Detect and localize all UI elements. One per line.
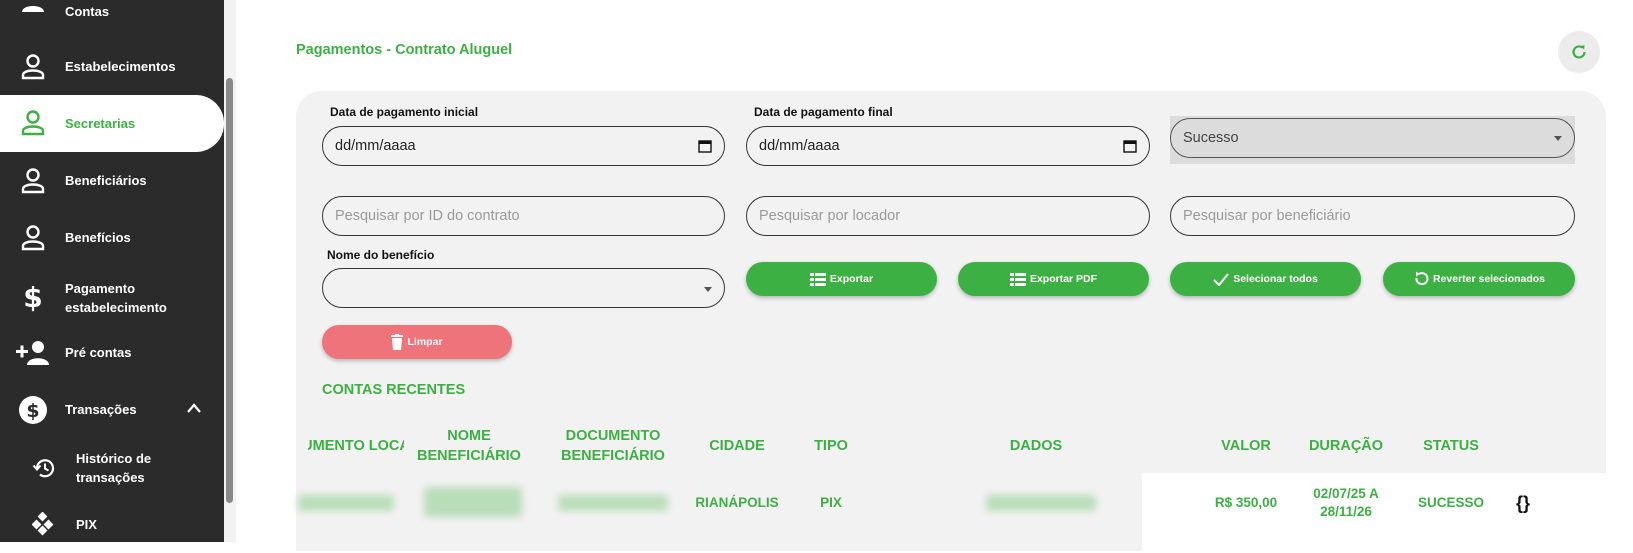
- sidebar-item-label: Estabelecimentos: [65, 59, 176, 74]
- history-icon: [30, 454, 58, 482]
- json-details-button[interactable]: {}: [1506, 473, 1540, 533]
- column-header-nome-beneficiario: NOME BENEFICIÁRIO: [417, 428, 521, 464]
- check-icon: [1213, 272, 1229, 286]
- end-date-label: Data de pagamento final: [754, 105, 897, 119]
- column-header-documento-beneficiario: DOCUMENTO BENEFICIÁRIO: [561, 428, 665, 464]
- end-date-input[interactable]: dd/mm/aaaa: [746, 126, 1150, 166]
- sidebar: Contas Estabelecimentos Secretarias Bene…: [0, 0, 224, 542]
- list-icon: [809, 272, 826, 286]
- status-select[interactable]: Sucesso: [1170, 116, 1575, 164]
- chevron-up-icon[interactable]: [186, 402, 202, 417]
- landlord-placeholder: Pesquisar por locador: [759, 208, 901, 224]
- redacted-documento-beneficiario: [558, 495, 668, 511]
- sidebar-item-transacoes[interactable]: $ Transações: [0, 391, 224, 429]
- svg-text:$: $: [26, 400, 39, 422]
- column-header-tipo: TIPO: [814, 438, 848, 454]
- sidebar-item-label: PIX: [76, 517, 97, 532]
- svg-text:$: $: [23, 283, 42, 313]
- clear-label: Limpar: [407, 336, 443, 348]
- table-header: DOCUMENTO LOCADOR NOME BENEFICIÁRIO DOCU…: [296, 419, 1606, 473]
- page-title: Pagamentos - Contrato Aluguel: [296, 42, 513, 58]
- person-outline-icon: [19, 167, 47, 195]
- beneficiary-search-input[interactable]: Pesquisar por beneficiário: [1170, 196, 1575, 236]
- status-select-field: Sucesso: [1170, 118, 1575, 158]
- column-header-status: STATUS: [1423, 438, 1479, 454]
- redacted-dados: [986, 495, 1096, 511]
- export-pdf-button[interactable]: Exportar PDF: [958, 262, 1149, 296]
- sidebar-item-secretarias[interactable]: Secretarias: [0, 95, 224, 152]
- sidebar-item-label: Pagamento estabelecimento: [65, 281, 167, 315]
- dollar-circle-icon: $: [19, 396, 47, 424]
- sidebar-item-label: Pré contas: [65, 345, 132, 360]
- sidebar-item-beneficios[interactable]: Benefícios: [0, 219, 224, 257]
- column-header-dados: DADOS: [1009, 438, 1063, 454]
- main-content: Pagamentos - Contrato Aluguel dd/mm/aaaa…: [236, 0, 1633, 553]
- filters-panel: dd/mm/aaaa Data de pagamento inicial dd/…: [296, 91, 1606, 553]
- sidebar-item-label: Transações: [65, 402, 137, 417]
- start-date-label: Data de pagamento inicial: [330, 105, 483, 119]
- contract-id-placeholder: Pesquisar por ID do contrato: [335, 208, 520, 224]
- sidebar-item-pagamento-estabelecimento[interactable]: $ Pagamento estabelecimento: [0, 276, 224, 320]
- refresh-icon: [1572, 45, 1586, 59]
- sidebar-item-label: Secretarias: [65, 116, 136, 131]
- sidebar-item-estabelecimentos[interactable]: Estabelecimentos: [0, 48, 224, 86]
- landlord-search-input[interactable]: Pesquisar por locador: [746, 196, 1150, 236]
- sidebar-item-historico-transacoes[interactable]: Histórico de transações: [0, 448, 224, 488]
- cell-duracao: 02/07/25 A 28/11/26: [1313, 486, 1379, 519]
- benefit-name-label: Nome do benefício: [327, 248, 439, 262]
- person-outline-icon: [19, 53, 47, 81]
- cell-status: SUCESSO: [1417, 495, 1485, 510]
- recent-accounts-title: CONTAS RECENTES: [322, 382, 466, 398]
- chevron-down-icon: [704, 287, 712, 292]
- benefit-name-select[interactable]: [322, 268, 725, 308]
- sidebar-item-label: Beneficiários: [65, 173, 147, 188]
- table-row[interactable]: RIANÁPOLIS PIX R$ 350,00 02/07/25 A 28/1…: [296, 473, 1606, 553]
- select-all-label: Selecionar todos: [1233, 273, 1318, 285]
- person-icon: [19, 0, 47, 18]
- column-header-duracao: DURAÇÃO: [1308, 438, 1384, 454]
- person-outline-icon: [19, 109, 47, 137]
- export-label: Exportar: [829, 273, 874, 285]
- dollar-icon: $: [19, 283, 47, 313]
- trash-icon: [391, 334, 404, 350]
- export-button[interactable]: Exportar: [746, 262, 937, 296]
- revert-selected-button[interactable]: Reverter selecionados: [1383, 262, 1575, 296]
- refresh-button[interactable]: [1558, 31, 1600, 73]
- column-header-documento-locador: DOCUMENTO LOCADOR: [308, 438, 404, 454]
- start-date-input[interactable]: dd/mm/aaaa: [322, 126, 725, 166]
- column-header-cidade: CIDADE: [709, 438, 765, 454]
- redacted-nome-beneficiario: [424, 487, 522, 517]
- chevron-down-icon: [1554, 136, 1562, 141]
- column-header-valor: VALOR: [1221, 438, 1271, 454]
- sidebar-item-label: Benefícios: [65, 230, 131, 245]
- revert-selected-label: Reverter selecionados: [1432, 273, 1546, 285]
- cell-tipo: PIX: [820, 495, 842, 510]
- person-add-icon: [16, 339, 50, 367]
- calendar-icon[interactable]: [698, 139, 712, 157]
- list-icon: [1009, 272, 1026, 286]
- end-date-value: dd/mm/aaaa: [759, 138, 840, 154]
- cell-cidade: RIANÁPOLIS: [695, 495, 779, 510]
- sidebar-item-contas[interactable]: Contas: [0, 0, 224, 22]
- person-outline-icon: [19, 224, 47, 252]
- sidebar-item-label: Histórico de transações: [76, 451, 152, 485]
- clear-button[interactable]: Limpar: [322, 325, 512, 359]
- cell-valor: R$ 350,00: [1214, 495, 1278, 510]
- redacted-documento-locador: [298, 495, 394, 511]
- export-pdf-label: Exportar PDF: [1029, 273, 1098, 285]
- sidebar-item-label: Contas: [65, 4, 110, 19]
- contract-id-search-input[interactable]: Pesquisar por ID do contrato: [322, 196, 725, 236]
- start-date-value: dd/mm/aaaa: [335, 138, 416, 154]
- sidebar-scrollbar[interactable]: [226, 78, 233, 503]
- select-all-button[interactable]: Selecionar todos: [1170, 262, 1361, 296]
- sidebar-item-pix[interactable]: PIX: [0, 506, 224, 542]
- calendar-icon[interactable]: [1123, 139, 1137, 157]
- sidebar-item-pre-contas[interactable]: Pré contas: [0, 334, 224, 372]
- beneficiary-placeholder: Pesquisar por beneficiário: [1183, 208, 1351, 224]
- pix-icon: [30, 510, 58, 538]
- undo-icon: [1415, 271, 1429, 286]
- status-select-value: Sucesso: [1183, 130, 1239, 146]
- sidebar-item-beneficiarios[interactable]: Beneficiários: [0, 162, 224, 200]
